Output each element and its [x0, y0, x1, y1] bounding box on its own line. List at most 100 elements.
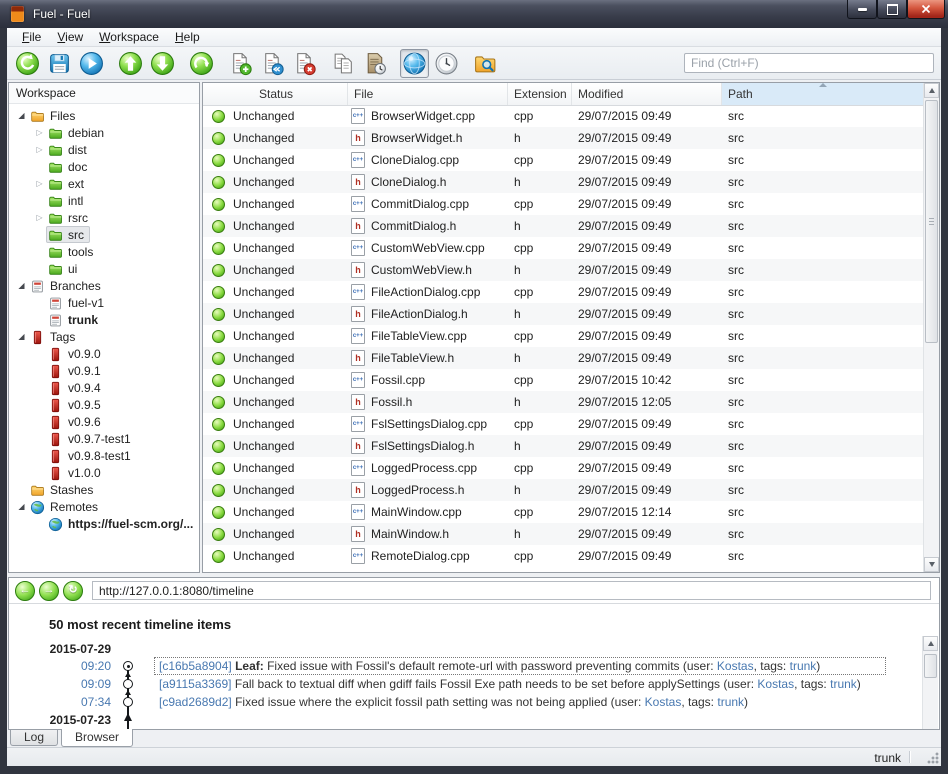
menu-file[interactable]: File	[14, 28, 49, 46]
tab-log[interactable]: Log	[10, 730, 58, 746]
title-bar[interactable]: Fuel - Fuel	[0, 0, 948, 28]
forward-button[interactable]: →	[39, 581, 59, 601]
tree-item-v0-9-4[interactable]: v0.9.4	[9, 379, 199, 396]
refresh-button[interactable]	[13, 49, 42, 78]
collapse-arrow-icon[interactable]: ◢	[15, 498, 28, 515]
resize-grip[interactable]	[926, 751, 939, 764]
tree-item-intl[interactable]: intl	[9, 192, 199, 209]
tree-item-rsrc[interactable]: ▷rsrc	[9, 209, 199, 226]
commit-hash-link[interactable]: [c9ad2689d2]	[159, 695, 232, 709]
tree-item-doc[interactable]: doc	[9, 158, 199, 175]
tree-item-debian[interactable]: ▷debian	[9, 124, 199, 141]
expand-arrow-icon[interactable]: ▷	[33, 141, 46, 158]
file-row-remotedialog-cpp[interactable]: Unchangedc++RemoteDialog.cppcpp29/07/201…	[203, 545, 923, 567]
tree-item-v0-9-5[interactable]: v0.9.5	[9, 396, 199, 413]
file-row-loggedprocess-cpp[interactable]: Unchangedc++LoggedProcess.cppcpp29/07/20…	[203, 457, 923, 479]
collapse-arrow-icon[interactable]: ◢	[15, 328, 28, 345]
menu-help[interactable]: Help	[167, 28, 208, 46]
tab-browser[interactable]: Browser	[61, 729, 133, 747]
reload-button[interactable]: ↻	[63, 581, 83, 601]
tree-item-branches[interactable]: ◢Branches	[9, 277, 199, 294]
file-row-clonedialog-cpp[interactable]: Unchangedc++CloneDialog.cppcpp29/07/2015…	[203, 149, 923, 171]
tree-item-remotes[interactable]: ◢Remotes	[9, 498, 199, 515]
tree-item-dist[interactable]: ▷dist	[9, 141, 199, 158]
commit-time-link[interactable]: 09:20	[35, 659, 113, 673]
commit-entry[interactable]: [c16b5a8904] Leaf: Fixed issue with Foss…	[155, 658, 885, 674]
commit-user-link[interactable]: Kostas	[757, 677, 794, 691]
file-row-customwebview-h[interactable]: UnchangedhCustomWebView.hh29/07/2015 09:…	[203, 259, 923, 281]
menu-view[interactable]: View	[49, 28, 91, 46]
file-row-fossil-cpp[interactable]: Unchangedc++Fossil.cppcpp29/07/2015 10:4…	[203, 369, 923, 391]
commit-time-link[interactable]: 09:09	[35, 677, 113, 691]
expand-arrow-icon[interactable]: ▷	[33, 124, 46, 141]
tree-item-v0-9-1[interactable]: v0.9.1	[9, 362, 199, 379]
minimize-button[interactable]	[847, 0, 877, 19]
open-folder-button[interactable]	[471, 49, 500, 78]
tree-item-v0-9-0[interactable]: v0.9.0	[9, 345, 199, 362]
file-row-fslsettingsdialog-cpp[interactable]: Unchangedc++FslSettingsDialog.cppcpp29/0…	[203, 413, 923, 435]
file-row-loggedprocess-h[interactable]: UnchangedhLoggedProcess.hh29/07/2015 09:…	[203, 479, 923, 501]
timeline-button[interactable]	[432, 49, 461, 78]
file-row-clonedialog-h[interactable]: UnchangedhCloneDialog.hh29/07/2015 09:49…	[203, 171, 923, 193]
file-row-mainwindow-h[interactable]: UnchangedhMainWindow.hh29/07/2015 09:49s…	[203, 523, 923, 545]
tree-item-v0-9-8-test1[interactable]: v0.9.8-test1	[9, 447, 199, 464]
commit-button[interactable]	[45, 49, 74, 78]
column-header-modified[interactable]: Modified	[572, 83, 722, 105]
browser-scrollbar[interactable]	[922, 636, 938, 729]
file-row-customwebview-cpp[interactable]: Unchangedc++CustomWebView.cppcpp29/07/20…	[203, 237, 923, 259]
url-input[interactable]	[92, 581, 931, 600]
menu-workspace[interactable]: Workspace	[91, 28, 167, 46]
scrollbar-thumb[interactable]	[924, 654, 937, 678]
update-button[interactable]	[187, 49, 216, 78]
column-header-status[interactable]: Status	[203, 83, 348, 105]
tree-item-v0-9-6[interactable]: v0.9.6	[9, 413, 199, 430]
file-row-browserwidget-cpp[interactable]: Unchangedc++BrowserWidget.cppcpp29/07/20…	[203, 105, 923, 127]
tree-item-v1-0-0[interactable]: v1.0.0	[9, 464, 199, 481]
history-button[interactable]	[361, 49, 390, 78]
file-row-mainwindow-cpp[interactable]: Unchangedc++MainWindow.cppcpp29/07/2015 …	[203, 501, 923, 523]
tree-item-fuel-v1[interactable]: fuel-v1	[9, 294, 199, 311]
timeline-commit-a9115a3369[interactable]: 09:09 [a9115a3369] Fall back to textual d…	[35, 675, 885, 693]
tree-item-v0-9-7-test1[interactable]: v0.9.7-test1	[9, 430, 199, 447]
file-row-fileactiondialog-cpp[interactable]: Unchangedc++FileActionDialog.cppcpp29/07…	[203, 281, 923, 303]
column-header-file[interactable]: File	[348, 83, 508, 105]
file-row-commitdialog-cpp[interactable]: Unchangedc++CommitDialog.cppcpp29/07/201…	[203, 193, 923, 215]
timeline-commit-c16b5a8904[interactable]: 09:20 [c16b5a8904] Leaf: Fixed issue with…	[35, 657, 885, 675]
tree-item-ext[interactable]: ▷ext	[9, 175, 199, 192]
tree-item-trunk[interactable]: trunk	[9, 311, 199, 328]
maximize-button[interactable]	[877, 0, 907, 19]
timeline-commit-c9ad2689d2[interactable]: 07:34[c9ad2689d2] Fixed issue where the …	[35, 693, 885, 711]
pull-button[interactable]	[148, 49, 177, 78]
file-row-filetableview-h[interactable]: UnchangedhFileTableView.hh29/07/2015 09:…	[203, 347, 923, 369]
commit-time-link[interactable]: 07:34	[35, 695, 113, 709]
fossil-ui-button[interactable]	[400, 49, 429, 78]
run-button[interactable]	[77, 49, 106, 78]
commit-user-link[interactable]: Kostas	[645, 695, 682, 709]
tree-item-tags[interactable]: ◢Tags	[9, 328, 199, 345]
commit-hash-link[interactable]: [a9115a3369]	[159, 677, 232, 691]
push-button[interactable]	[116, 49, 145, 78]
commit-tag-link[interactable]: trunk	[717, 695, 744, 709]
back-button[interactable]: ←	[15, 581, 35, 601]
tree-item-src[interactable]: src	[9, 226, 199, 243]
commit-hash-link[interactable]: [c16b5a8904]	[159, 659, 232, 673]
delete-files-button[interactable]	[290, 49, 319, 78]
table-scrollbar[interactable]	[923, 83, 939, 572]
tree-item-https-fuel-scm-org[interactable]: https://fuel-scm.org/...	[9, 515, 199, 532]
column-header-path[interactable]: Path	[722, 83, 923, 105]
collapse-arrow-icon[interactable]: ◢	[15, 107, 28, 124]
scroll-down-button[interactable]	[924, 557, 939, 572]
collapse-arrow-icon[interactable]: ◢	[15, 277, 28, 294]
scroll-up-button[interactable]	[923, 636, 938, 651]
commit-tag-link[interactable]: trunk	[830, 677, 857, 691]
tree-item-files[interactable]: ◢Files	[9, 107, 199, 124]
column-header-extension[interactable]: Extension	[508, 83, 572, 105]
diff-button[interactable]	[329, 49, 358, 78]
file-row-browserwidget-h[interactable]: UnchangedhBrowserWidget.hh29/07/2015 09:…	[203, 127, 923, 149]
file-row-filetableview-cpp[interactable]: Unchangedc++FileTableView.cppcpp29/07/20…	[203, 325, 923, 347]
expand-arrow-icon[interactable]: ▷	[33, 175, 46, 192]
commit-entry[interactable]: [a9115a3369] Fall back to textual diff w…	[155, 676, 885, 692]
add-files-button[interactable]	[226, 49, 255, 78]
revert-files-button[interactable]	[258, 49, 287, 78]
scroll-up-button[interactable]	[924, 83, 939, 98]
